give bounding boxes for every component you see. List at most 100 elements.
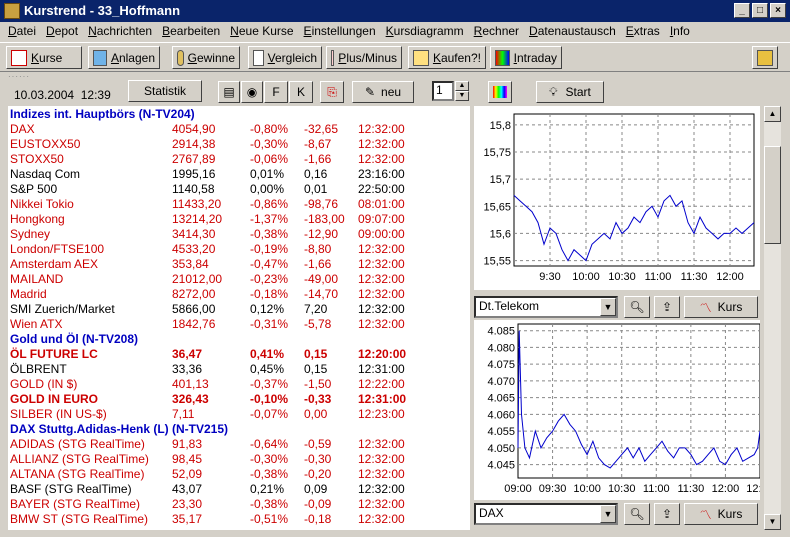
count-spinner[interactable]: ▲ ▼ <box>455 81 469 101</box>
quote-change-absolute: -32,65 <box>304 122 339 136</box>
vergleich-button[interactable]: Vergleich <box>248 46 322 69</box>
zoom-icon[interactable]: 🔍︎ <box>624 296 650 318</box>
quote-row[interactable]: London/FTSE100 4533,20 -0,19% -8,80 12:32:00 <box>8 242 470 257</box>
quote-row[interactable]: Madrid 8272,00 -0,18% -14,70 12:32:00 <box>8 287 470 302</box>
intraday-button[interactable]: Intraday <box>490 46 562 69</box>
quote-row[interactable]: BMW ST (STG RealTime) 35,17 -0,51% -0,18 12:… <box>8 512 470 527</box>
quote-time: 23:16:00 <box>358 167 405 181</box>
quote-row[interactable]: SMI Zuerich/Market 5866,00 0,12% 7,20 12:32:… <box>8 302 470 317</box>
quote-change-absolute: -0,09 <box>304 497 332 511</box>
spin-up-icon[interactable]: ▲ <box>455 81 469 91</box>
quote-change-absolute: -49,00 <box>304 272 339 286</box>
menu-einstellungen[interactable]: Einstellungen <box>300 22 382 41</box>
menu-rechner[interactable]: Rechner <box>470 22 525 41</box>
window-title: Kurstrend - 33_Hoffmann <box>24 3 181 18</box>
main-toolbar: Kurse Anlagen Gewinne Vergleich Plus/Min… <box>0 42 790 72</box>
menu-datei[interactable]: Datei <box>4 22 42 41</box>
chart2-kurs-button[interactable]: 〽 Kurs <box>684 503 758 525</box>
quote-price: 36,47 <box>172 347 203 361</box>
chart2-symbol-select[interactable]: DAX ▼ <box>474 503 618 525</box>
menu-kursdiagramm[interactable]: Kursdiagramm <box>382 22 470 41</box>
exit-button[interactable] <box>752 46 778 69</box>
quote-time: 09:07:00 <box>358 212 405 226</box>
menu-extras[interactable]: Extras <box>622 22 666 41</box>
quote-price: 1140,58 <box>172 182 215 196</box>
y-tick-label: 4.070 <box>487 376 515 388</box>
quote-row[interactable]: ÖLBRENT 33,36 0,45% 0,15 12:31:00 <box>8 362 470 377</box>
minimize-button[interactable]: _ <box>734 3 750 18</box>
plus-minus-button[interactable]: Plus/Minus <box>326 46 402 69</box>
quote-row[interactable]: STOXX50 2767,89 -0,06% -1,66 12:32:00 <box>8 152 470 167</box>
quote-row[interactable]: Amsterdam AEX 353,84 -0,47% -1,66 12:32:00 <box>8 257 470 272</box>
quote-row[interactable]: GOLD (IN $) 401,13 -0,37% -1,50 12:22:00 <box>8 377 470 392</box>
chart1-symbol-select[interactable]: Dt.Telekom ▼ <box>474 296 618 318</box>
plot-area <box>513 113 755 267</box>
anlagen-button[interactable]: Anlagen <box>88 46 160 69</box>
scroll-down-icon[interactable]: ▼ <box>764 514 781 530</box>
quote-row[interactable]: DAX 4054,90 -0,80% -32,65 12:32:00 <box>8 122 470 137</box>
quote-row[interactable]: ADIDAS (STG RealTime) 91,83 -0,64% -0,59 12:… <box>8 437 470 452</box>
quote-price: 11433,20 <box>172 197 222 211</box>
quote-name: Amsterdam AEX <box>10 257 99 271</box>
copy-icon[interactable]: ▤ <box>218 81 240 103</box>
zoom-icon[interactable]: 🔍︎ <box>624 503 650 525</box>
current-date: 10.03.2004 <box>14 88 75 102</box>
neu-button[interactable]: ✎ neu <box>352 81 414 103</box>
quote-row[interactable]: Nasdaq Com 1995,16 0,01% 0,16 23:16:00 <box>8 167 470 182</box>
menu-datenaustausch[interactable]: Datenaustausch <box>525 22 622 41</box>
export-icon[interactable]: ⇪ <box>654 503 680 525</box>
chevron-down-icon[interactable]: ▼ <box>600 505 616 523</box>
quote-row[interactable]: MAILAND 21012,00 -0,23% -49,00 12:32:00 <box>8 272 470 287</box>
quote-row[interactable]: BAYER (STG RealTime) 23,30 -0,38% -0,09 12:3… <box>8 497 470 512</box>
group-header[interactable]: Gold und Öl (N-TV208) <box>8 332 470 347</box>
menu-depot[interactable]: Depot <box>42 22 84 41</box>
menu-bearbeiten[interactable]: Bearbeiten <box>158 22 226 41</box>
kaufen-button[interactable]: Kaufen?! <box>408 46 486 69</box>
color-palette-icon[interactable] <box>488 81 512 103</box>
menu-info[interactable]: Info <box>666 22 696 41</box>
quote-row[interactable]: ALLIANZ (STG RealTime) 98,45 -0,30% -0,30 12… <box>8 452 470 467</box>
scroll-thumb[interactable] <box>764 146 781 244</box>
quote-row[interactable]: ÖL FUTURE LC 36,47 0,41% 0,15 12:20:00 <box>8 347 470 362</box>
quote-row[interactable]: Sydney 3414,30 -0,38% -12,90 09:00:00 <box>8 227 470 242</box>
record-icon[interactable]: ◉ <box>241 81 263 103</box>
f-button[interactable]: F <box>264 81 288 103</box>
quote-row[interactable]: Nikkei Tokio 11433,20 -0,86% -98,76 08:01:00 <box>8 197 470 212</box>
quote-row[interactable]: S&P 500 1140,58 0,00% 0,01 22:50:00 <box>8 182 470 197</box>
menu-nachrichten[interactable]: Nachrichten <box>84 22 158 41</box>
quote-list[interactable]: Indizes int. Hauptbörs (N-TV204) DAX 4054,… <box>8 106 470 530</box>
gewinne-button[interactable]: Gewinne <box>172 46 240 69</box>
chevron-down-icon[interactable]: ▼ <box>600 298 616 316</box>
quote-row[interactable]: Hongkong 13214,20 -1,37% -183,00 09:07:00 <box>8 212 470 227</box>
count-spinner-input[interactable]: 1 <box>432 81 454 101</box>
y-tick-label: 15,75 <box>483 147 511 159</box>
vertical-scrollbar[interactable]: ▲ ▼ <box>764 106 781 530</box>
menu-neue-kurse[interactable]: Neue Kurse <box>226 22 299 41</box>
quote-row[interactable]: EUSTOXX50 2914,38 -0,30% -8,67 12:32:00 <box>8 137 470 152</box>
statistik-button[interactable]: Statistik <box>128 80 202 102</box>
x-tick-label: 09:00 <box>504 483 532 495</box>
secondary-toolbar: 10.03.2004 12:39 Statistik ▤ ◉ F K ⎘ ✎ ne… <box>0 78 790 106</box>
group-header[interactable]: DAX Stuttg.Adidas-Henk (L) (N-TV215) <box>8 422 470 437</box>
quote-price: 1842,76 <box>172 317 216 331</box>
k-button[interactable]: K <box>289 81 313 103</box>
quote-row[interactable]: SILBER (IN US-$) 7,11 -0,07% 0,00 12:23:00 <box>8 407 470 422</box>
group-header[interactable]: Indizes int. Hauptbörs (N-TV204) <box>8 107 470 122</box>
maximize-button[interactable]: □ <box>752 3 768 18</box>
export-icon[interactable]: ⇪ <box>654 296 680 318</box>
group-title: Gold und Öl (N-TV208) <box>10 332 138 346</box>
document-icon[interactable]: ⎘ <box>320 81 344 103</box>
scroll-up-icon[interactable]: ▲ <box>764 106 781 122</box>
quote-change-absolute: -1,66 <box>304 152 332 166</box>
quote-row[interactable]: GOLD IN EURO 326,43 -0,10% -0,33 12:31:00 <box>8 392 470 407</box>
start-button[interactable]: 💡︎ Start <box>536 81 604 103</box>
spin-down-icon[interactable]: ▼ <box>455 91 469 101</box>
quote-row[interactable]: BASF (STG RealTime) 43,07 0,21% 0,09 12:32:0… <box>8 482 470 497</box>
quote-row[interactable]: Wien ATX 1842,76 -0,31% -5,78 12:32:00 <box>8 317 470 332</box>
kurse-button[interactable]: Kurse <box>6 46 82 69</box>
x-tick-label: 12:00 <box>712 483 740 495</box>
close-button[interactable]: × <box>770 3 786 18</box>
quote-row[interactable]: ALTANA (STG RealTime) 52,09 -0,38% -0,20 12:… <box>8 467 470 482</box>
title-bar: Kurstrend - 33_Hoffmann _ □ × <box>0 0 790 22</box>
chart1-kurs-button[interactable]: 〽 Kurs <box>684 296 758 318</box>
